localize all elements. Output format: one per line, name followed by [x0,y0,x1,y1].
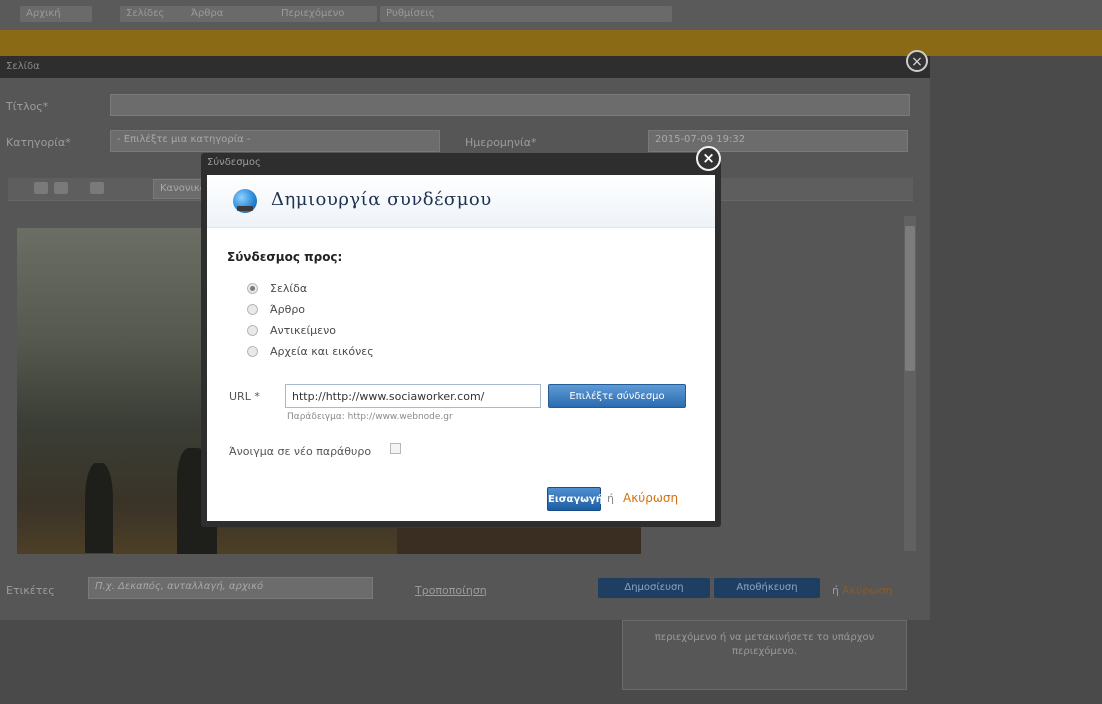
cancel-link[interactable]: Ακύρωση [623,491,678,505]
tags-input[interactable]: Π.χ. Δεκαπός, ανταλλαγή, αρχικό [88,577,373,599]
category-select[interactable]: - Επιλέξτε μια κατηγορία - [110,130,440,152]
category-label: Κατηγορία* [6,136,71,149]
url-input[interactable] [285,384,541,408]
option-item[interactable]: Αντικείμενο [247,322,336,338]
editor-close-icon[interactable]: × [906,50,928,72]
globe-icon [233,189,257,213]
link-dialog: Σύνδεσμος Δημιουργία συνδέσμου Σύνδεσμος… [201,153,721,527]
notification-bar [0,30,1102,56]
toolbar-item-articles[interactable]: Άρθρα [185,6,277,22]
or-separator: ή [607,492,614,505]
title-input[interactable] [110,94,910,116]
option-files[interactable]: Αρχεία και εικόνες [247,343,374,359]
toolbar-item-pages[interactable]: Σελίδες [120,6,187,22]
link-to-label: Σύνδεσμος προς: [227,250,343,264]
copy-icon[interactable] [54,182,68,194]
toolbar-item-settings[interactable]: Ρυθμίσεις [380,6,672,22]
tags-label: Ετικέτες [6,584,55,597]
radio-button[interactable] [247,282,258,294]
info-note: περιεχόμενο ή να μετακινήσετε το υπάρχον… [622,620,907,690]
editor-scrollbar[interactable] [904,216,916,551]
new-window-checkbox[interactable] [390,443,401,454]
url-label: URL * [229,390,260,403]
title-label: Τίτλος* [6,100,49,113]
toolbar-item-content[interactable]: Περιεχόμενο [275,6,377,22]
editor-title-bar: Σελίδα [0,56,930,78]
insert-button[interactable]: Εισαγωγή [547,487,603,511]
option-label: Άρθρο [270,302,306,316]
top-toolbar: Αρχική Σελίδες Άρθρα Περιεχόμενο Ρυθμίσε… [0,0,1102,30]
radio-button[interactable] [247,324,258,336]
radio-button[interactable] [247,345,258,357]
dialog-heading: Δημιουργία συνδέσμου [271,189,492,210]
option-label: Αρχεία και εικόνες [270,344,374,358]
option-page[interactable]: Σελίδα [247,280,307,296]
option-label: Αντικείμενο [270,323,336,337]
dialog-body: Δημιουργία συνδέσμου Σύνδεσμος προς: Σελ… [207,175,715,521]
publish-button[interactable]: Δημοσίευση [598,578,710,598]
radio-button[interactable] [247,303,258,315]
toolbar-item-home[interactable]: Αρχική [20,6,92,22]
dialog-title-bar: Σύνδεσμος [207,157,261,168]
option-label: Σελίδα [270,281,308,295]
editor-cancel-link[interactable]: Ακύρωση [842,584,893,597]
choose-link-button[interactable]: Επιλέξτε σύνδεσμο [548,384,686,408]
date-input[interactable]: 2015-07-09 19:32 [648,130,908,152]
undo-icon[interactable] [90,182,104,194]
url-hint: Παράδειγμα: http://www.webnode.gr [287,412,453,422]
cut-icon[interactable] [34,182,48,194]
date-label: Ημερομηνία* [465,136,537,149]
save-button[interactable]: Αποθήκευση [714,578,820,598]
new-window-label: Άνοιγμα σε νέο παράθυρο [229,445,372,458]
or-separator: ή [832,584,839,597]
dialog-close-icon[interactable]: × [696,146,721,171]
tags-edit-link[interactable]: Τροποποίηση [415,584,487,597]
option-article[interactable]: Άρθρο [247,301,305,317]
right-panel [930,56,1102,704]
dialog-header: Δημιουργία συνδέσμου [207,175,715,228]
scroll-thumb[interactable] [905,226,915,371]
